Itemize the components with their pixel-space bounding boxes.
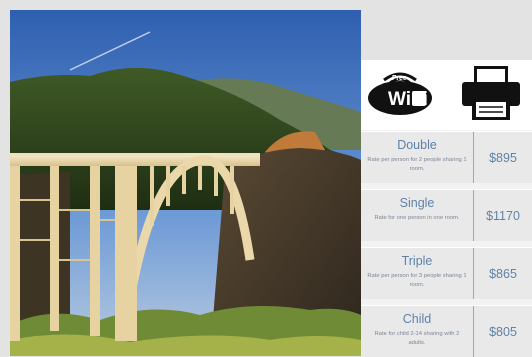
- rate-info: Double Rate per person for 2 people shar…: [361, 132, 474, 183]
- room-type-name: Triple: [401, 254, 433, 268]
- room-price: $1170: [486, 208, 520, 223]
- rate-row-double[interactable]: Double Rate per person for 2 people shar…: [361, 131, 532, 183]
- room-type-name: Double: [397, 138, 437, 152]
- rate-row-child[interactable]: Child Rate for child 2-14 sharing with 2…: [361, 305, 532, 357]
- room-price: $805: [489, 324, 517, 339]
- rate-info: Child Rate for child 2-14 sharing with 2…: [361, 306, 474, 357]
- room-type-description: Rate per person for 2 people sharing 1 r…: [367, 157, 467, 172]
- amenities-bar: WiFi Free: [361, 60, 532, 130]
- bridge-landscape-picture: [10, 10, 361, 356]
- rate-info: Single Rate for one person in one room.: [361, 190, 474, 241]
- room-type-name: Single: [399, 196, 435, 210]
- room-type-description: Rate for child 2-14 sharing with 2 adult…: [374, 331, 460, 346]
- rate-info: Triple Rate per person for 3 people shar…: [361, 248, 474, 299]
- room-type-description: Rate for one person in one room.: [374, 215, 460, 221]
- room-type-description: Rate per person for 3 people sharing 1 r…: [367, 273, 467, 288]
- rate-row-triple[interactable]: Triple Rate per person for 3 people shar…: [361, 247, 532, 299]
- room-type-name: Child: [402, 312, 432, 326]
- room-price: $895: [489, 150, 517, 165]
- page-background: WiFi Free Double Rate per person for 2 p…: [0, 0, 532, 357]
- hero-image: [10, 10, 361, 356]
- rate-row-single[interactable]: Single Rate for one person in one room. …: [361, 189, 532, 241]
- wifi-free-badge: Free: [392, 75, 407, 82]
- wifi-icon: WiFi Free: [368, 72, 432, 115]
- printer-icon: [462, 66, 520, 120]
- room-price: $865: [489, 266, 517, 281]
- wifi-label: WiFi: [388, 89, 428, 110]
